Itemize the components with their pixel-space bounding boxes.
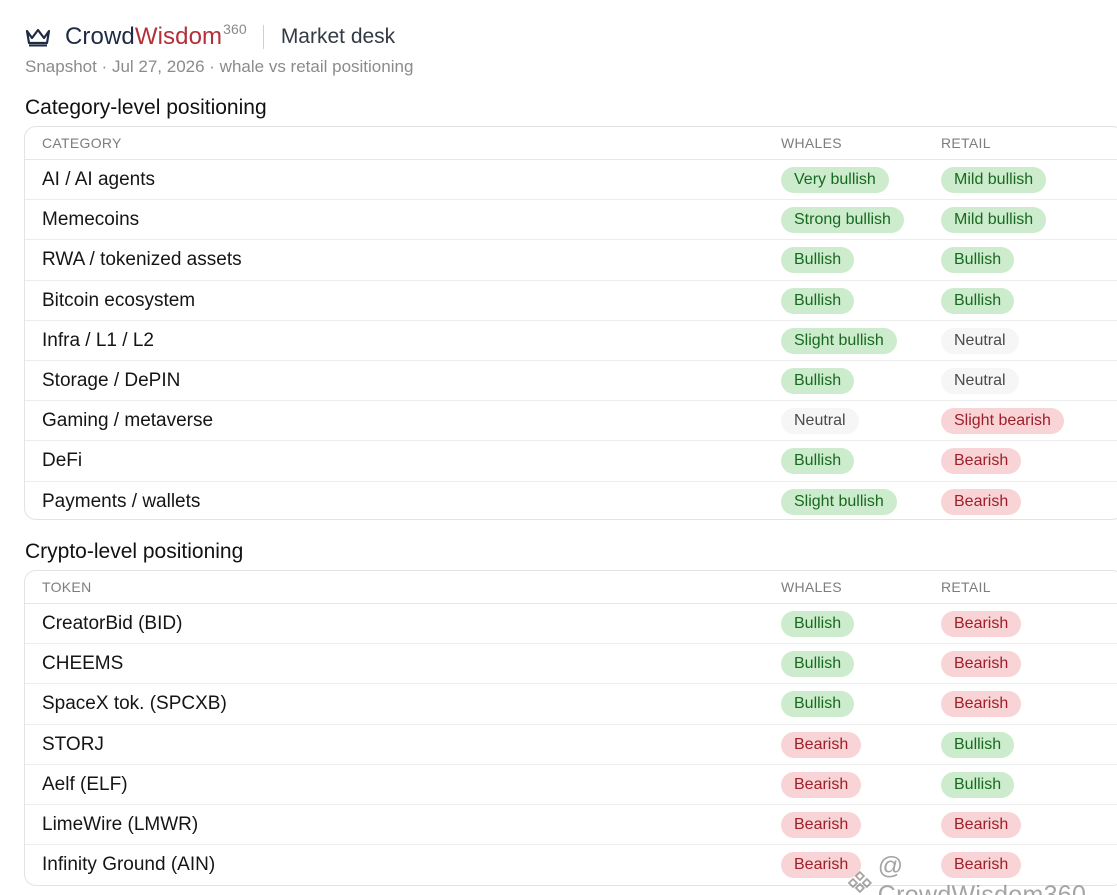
retail-sentiment-badge: Bearish (941, 651, 1022, 678)
column-header-retail: RETAIL (941, 135, 991, 151)
brand-name-part1: Crowd (65, 23, 135, 50)
brand-name-part2: Wisdom (134, 23, 223, 50)
token-table-body: CreatorBid (BID) Bullish Bearish CHEEMS Bull… (25, 604, 1117, 885)
retail-sentiment-badge: Bullish (941, 771, 1015, 798)
column-header-whales: WHALES (781, 135, 842, 151)
retail-sentiment-badge: Bullish (941, 731, 1015, 758)
column-header-retail: RETAIL (941, 579, 991, 595)
token-table-header: TOKEN WHALES RETAIL (25, 571, 1117, 604)
table-row: SpaceX tok. (SPCXB) Bullish Bearish (25, 684, 1117, 725)
retail-sentiment-badge: Mild bullish (941, 207, 1047, 234)
whales-sentiment-badge: Slight bullish (781, 488, 897, 515)
retail-sentiment-badge: Bearish (941, 448, 1022, 475)
row-name: LimeWire (LMWR) (42, 813, 199, 835)
row-name: CreatorBid (BID) (42, 613, 183, 634)
whales-sentiment-badge: Bullish (781, 287, 855, 314)
retail-sentiment-badge: Bearish (941, 811, 1022, 838)
app-header: Crowd Wisdom 360 Market desk (25, 21, 396, 52)
table-row: AI / AI agents Very bullish Mild bullish (25, 160, 1117, 201)
whales-sentiment-badge: Neutral (781, 408, 859, 435)
retail-sentiment-badge: Mild bullish (941, 167, 1047, 193)
row-name: CHEEMS (42, 653, 124, 675)
row-name: Infra / L1 / L2 (42, 329, 154, 351)
watermark: @ CrowdWisdom360 (848, 852, 1117, 895)
retail-sentiment-badge: Bearish (941, 691, 1022, 718)
retail-sentiment-badge: Bullish (941, 287, 1015, 314)
row-name: SpaceX tok. (SPCXB) (42, 693, 227, 715)
token-table: TOKEN WHALES RETAIL CreatorBid (BID) Bull… (24, 570, 1117, 886)
whales-sentiment-badge: Bullish (781, 448, 855, 475)
retail-sentiment-badge: Bullish (941, 247, 1015, 274)
whales-sentiment-badge: Bullish (781, 691, 855, 718)
whales-sentiment-badge: Bullish (781, 367, 855, 394)
table-row: Infra / L1 / L2 Slight bullish Neutral (25, 321, 1117, 361)
desk-title: Market desk (280, 25, 396, 48)
crown-icon (25, 28, 51, 47)
token-section-title: Crypto-level positioning (25, 540, 244, 563)
whales-sentiment-badge: Strong bullish (781, 207, 904, 234)
retail-sentiment-badge: Slight bearish (941, 408, 1064, 435)
retail-sentiment-badge: Neutral (941, 367, 1019, 394)
whales-sentiment-badge: Bearish (781, 811, 862, 838)
row-name: Storage / DePIN (42, 369, 181, 391)
category-table-body: AI / AI agents Very bullish Mild bullish Me… (25, 160, 1117, 520)
whales-sentiment-badge: Bullish (781, 611, 855, 637)
table-row: Storage / DePIN Bullish Neutral (25, 361, 1117, 402)
table-row: Aelf (ELF) Bearish Bullish (25, 765, 1117, 805)
whales-sentiment-badge: Very bullish (781, 167, 889, 193)
watermark-text: @ CrowdWisdom360 (877, 852, 1087, 895)
row-name: Infinity Ground (AIN) (42, 854, 216, 876)
table-row: Memecoins Strong bullish Mild bullish (25, 200, 1117, 241)
row-name: Payments / wallets (42, 490, 201, 512)
row-name: Bitcoin ecosystem (42, 289, 196, 311)
retail-sentiment-badge: Neutral (941, 327, 1019, 354)
retail-sentiment-badge: Bearish (941, 488, 1022, 515)
snapshot-subtitle: Snapshot · Jul 27, 2026 · whale vs retai… (25, 57, 414, 76)
table-row: Gaming / metaverse Neutral Slight bearish (25, 401, 1117, 442)
column-header-token: TOKEN (42, 579, 92, 595)
row-name: Aelf (ELF) (42, 773, 128, 795)
whales-sentiment-badge: Bullish (781, 247, 855, 274)
retail-sentiment-badge: Bearish (941, 611, 1022, 637)
whales-sentiment-badge: Bearish (781, 731, 862, 758)
table-row: Payments / wallets Slight bullish Bearish (25, 482, 1117, 520)
row-name: Gaming / metaverse (42, 410, 214, 432)
column-header-category: CATEGORY (42, 135, 122, 151)
header-separator (262, 25, 264, 49)
whales-sentiment-badge: Bearish (781, 771, 862, 798)
row-name: Memecoins (42, 209, 140, 231)
table-row: DeFi Bullish Bearish (25, 441, 1117, 482)
table-row: CHEEMS Bullish Bearish (25, 644, 1117, 685)
row-name: RWA / tokenized assets (42, 249, 242, 271)
table-row: CreatorBid (BID) Bullish Bearish (25, 604, 1117, 645)
table-row: STORJ Bearish Bullish (25, 725, 1117, 765)
table-row: LimeWire (LMWR) Bearish Bearish (25, 805, 1117, 846)
row-name: STORJ (42, 733, 104, 755)
table-row: Bitcoin ecosystem Bullish Bullish (25, 281, 1117, 321)
row-name: DeFi (42, 450, 83, 472)
category-table-header: CATEGORY WHALES RETAIL (25, 127, 1117, 160)
whales-sentiment-badge: Slight bullish (781, 327, 897, 354)
table-row: RWA / tokenized assets Bullish Bullish (25, 240, 1117, 281)
brand-logo: Crowd Wisdom 360 (65, 21, 247, 51)
whales-sentiment-badge: Bullish (781, 651, 855, 678)
brand-superscript: 360 (223, 21, 247, 37)
watermark-logo-icon (848, 870, 872, 893)
column-header-whales: WHALES (781, 579, 842, 595)
category-section-title: Category-level positioning (25, 96, 267, 119)
row-name: AI / AI agents (42, 169, 156, 190)
category-table: CATEGORY WHALES RETAIL AI / AI agents Ver… (24, 126, 1117, 520)
